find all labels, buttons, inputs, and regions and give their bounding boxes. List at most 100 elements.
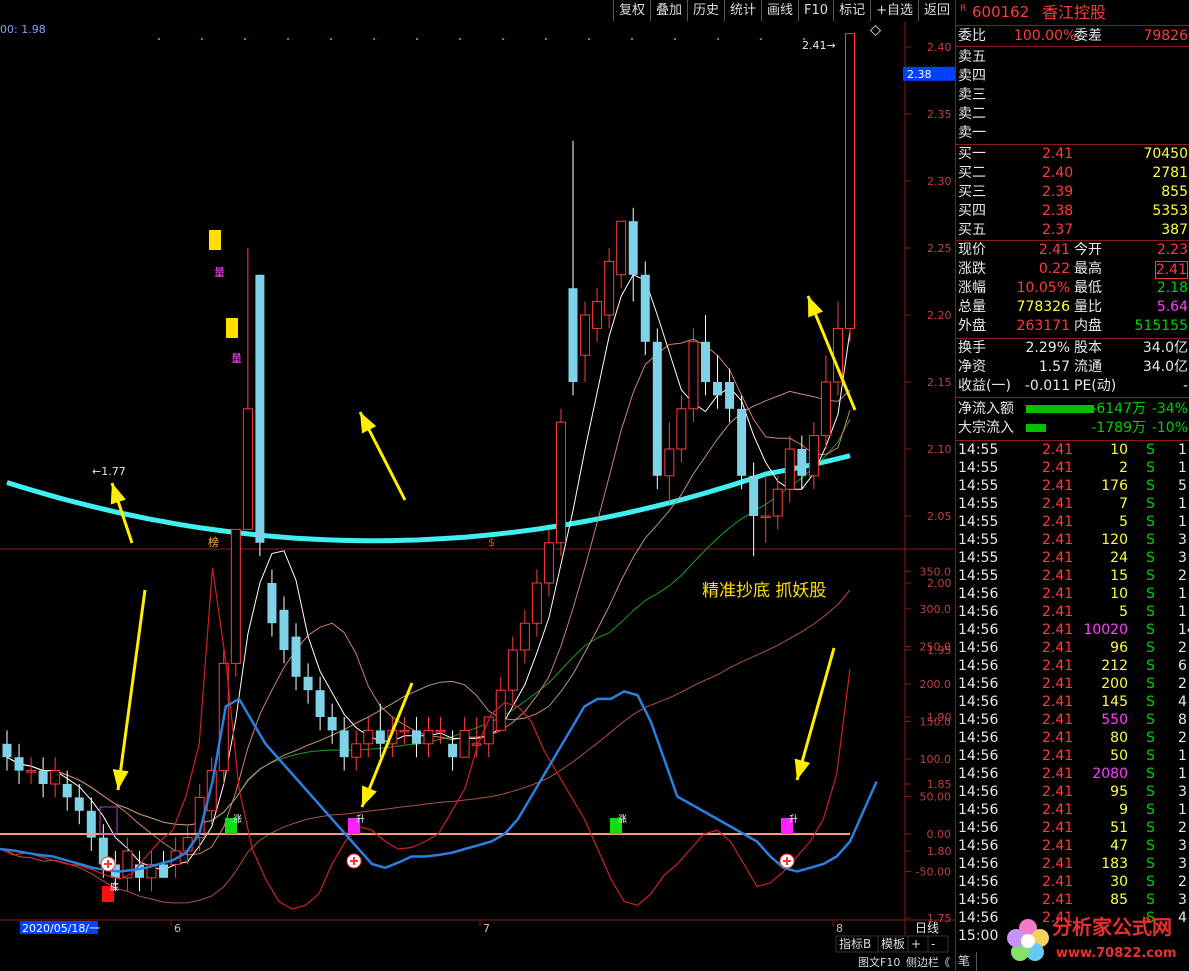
osc-tick-label: 300.0 bbox=[920, 603, 952, 616]
stat-value-2: 2.41 bbox=[1154, 261, 1188, 279]
signal-dot bbox=[459, 38, 461, 40]
stat-value-2: 5.64 bbox=[1156, 299, 1188, 315]
stat-value-2: 2.18 bbox=[1156, 280, 1188, 296]
tick-row[interactable]: 14:56 2.41 2080 S 1 bbox=[956, 765, 1189, 783]
tick-volume: 200 bbox=[1101, 676, 1128, 692]
buy-row: 买二 2.40 2781 bbox=[956, 164, 1189, 183]
tick-row[interactable]: 14:56 2.41 95 S 3 bbox=[956, 783, 1189, 801]
tick-row[interactable]: 14:56 2.41 80 S 2 bbox=[956, 729, 1189, 747]
candle-body bbox=[50, 770, 61, 785]
tick-row[interactable]: 14:55 2.41 10 S 1 bbox=[956, 441, 1189, 459]
buy-volume: 855 bbox=[1161, 184, 1188, 200]
marker-label: $ bbox=[488, 536, 495, 549]
tick-row[interactable]: 14:56 2.41 85 S 3 bbox=[956, 891, 1189, 909]
stock-name: 香江控股 bbox=[1042, 3, 1107, 22]
toolbar-button-3[interactable]: 统计 bbox=[724, 0, 761, 21]
tick-row[interactable]: 14:56 2.41 9 S 1 bbox=[956, 801, 1189, 819]
tick-count: 2 bbox=[1178, 568, 1187, 584]
tick-count: 14 bbox=[1178, 622, 1189, 638]
signal-dot bbox=[631, 38, 633, 40]
arrow-icon-shaft bbox=[116, 589, 147, 791]
toolbar-button-0[interactable]: 复权 bbox=[612, 0, 650, 21]
signal-dot bbox=[330, 38, 332, 40]
candle-body bbox=[519, 622, 530, 651]
candle-body bbox=[315, 690, 325, 717]
tick-row[interactable]: 14:56 2.41 183 S 3 bbox=[956, 855, 1189, 873]
tick-row[interactable]: 14:55 2.41 15 S 2 bbox=[956, 567, 1189, 585]
tick-volume: 5 bbox=[1119, 514, 1128, 530]
chart-canvas[interactable]: 2.402.352.302.252.202.152.102.052.001.95… bbox=[0, 0, 955, 971]
osc-tick-label: 250.0 bbox=[920, 640, 952, 653]
stat2-row: 净资 1.57 流通 34.0亿 bbox=[956, 358, 1189, 377]
tick-row[interactable]: 14:56 2.41 212 S 6 bbox=[956, 657, 1189, 675]
tick-row[interactable]: 14:56 2.41 96 S 2 bbox=[956, 639, 1189, 657]
tick-row[interactable]: 14:55 2.41 120 S 3 bbox=[956, 531, 1189, 549]
signal-label: 升 bbox=[789, 814, 798, 825]
sell-label: 卖一 bbox=[958, 125, 986, 141]
quote-header[interactable]: R 600162 香江控股 bbox=[956, 2, 1189, 24]
tick-side: S bbox=[1146, 478, 1155, 494]
tick-row[interactable]: 14:56 2.41 550 S 8 bbox=[956, 711, 1189, 729]
buy-volume: 5353 bbox=[1152, 203, 1188, 219]
price-tick-label: 2.25 bbox=[927, 242, 952, 255]
sell-row: 卖一 bbox=[956, 124, 1189, 143]
toolbar-button-7[interactable]: +自选 bbox=[870, 0, 918, 21]
tick-row[interactable]: 14:56 2.41 30 S 2 bbox=[956, 873, 1189, 891]
tick-row[interactable]: 14:56 2.41 47 S 3 bbox=[956, 837, 1189, 855]
candle-label: 量 bbox=[231, 352, 242, 365]
tick-row[interactable]: 14:56 2.41 200 S 2 bbox=[956, 675, 1189, 693]
osc-series-line bbox=[0, 690, 878, 873]
buy-volume: 387 bbox=[1161, 222, 1188, 238]
tick-price: 2.41 bbox=[1042, 748, 1074, 764]
stat2-label-2: 股本 bbox=[1074, 340, 1102, 356]
tick-row[interactable]: 14:55 2.41 176 S 5 bbox=[956, 477, 1189, 495]
tick-row[interactable]: 14:55 2.41 24 S 3 bbox=[956, 549, 1189, 567]
tick-row[interactable]: 14:55 2.41 2 S 1 bbox=[956, 459, 1189, 477]
stat-value-2: 2.23 bbox=[1156, 242, 1188, 258]
tick-row[interactable]: 14:56 2.41 5 S 1 bbox=[956, 603, 1189, 621]
tick-count: 1 bbox=[1178, 460, 1187, 476]
toolbar-button-4[interactable]: 画线 bbox=[761, 0, 798, 21]
tick-time: 14:56 bbox=[958, 658, 999, 674]
tick-row[interactable]: 14:56 2.41 51 S 2 bbox=[956, 819, 1189, 837]
candle-body bbox=[74, 797, 84, 811]
toolbar-button-6[interactable]: 标记 bbox=[833, 0, 870, 21]
toolbar-button-2[interactable]: 历史 bbox=[686, 0, 724, 21]
arrow-icon-head bbox=[112, 769, 129, 790]
tick-row[interactable]: 14:55 2.41 5 S 1 bbox=[956, 513, 1189, 531]
toolbar-button-5[interactable]: F10 bbox=[798, 0, 833, 21]
diamond-icon bbox=[869, 24, 882, 37]
tick-row[interactable]: 14:56 2.41 10020 S 14 bbox=[956, 621, 1189, 639]
tick-row[interactable]: 14:55 2.41 7 S 1 bbox=[956, 495, 1189, 513]
tick-price: 2.41 bbox=[1042, 514, 1074, 530]
tick-price: 2.41 bbox=[1042, 820, 1074, 836]
stat-label-2: 最低 bbox=[1074, 280, 1102, 296]
toolbar-button-1[interactable]: 叠加 bbox=[649, 0, 687, 21]
stat2-label-2: PE(动) bbox=[1074, 378, 1117, 394]
tick-side: S bbox=[1146, 658, 1155, 674]
flower-logo-icon bbox=[1007, 919, 1049, 961]
flow-bar bbox=[1026, 405, 1094, 413]
candle-body bbox=[339, 730, 349, 758]
toolbar-button-8[interactable]: 返回 bbox=[917, 0, 955, 21]
candle-body bbox=[206, 770, 217, 812]
signal-label: 底 bbox=[110, 881, 119, 893]
buy-volume: 70450 bbox=[1143, 146, 1188, 162]
tick-volume: 9 bbox=[1119, 802, 1128, 818]
buy-price: 2.40 bbox=[1042, 165, 1074, 181]
tick-side: S bbox=[1146, 748, 1155, 764]
osc-tick-label: 350.0 bbox=[920, 565, 952, 578]
tick-price: 2.41 bbox=[1042, 784, 1074, 800]
price-tick-label: 2.05 bbox=[927, 510, 952, 523]
stat-value-2: 515155 bbox=[1134, 318, 1188, 334]
kline-chart-area[interactable]: 2.40 2.35 2.30 2.25 2.20 2.15 2.10 2.05 2.00 1.95… bbox=[0, 0, 955, 971]
side-tab[interactable]: 笔 bbox=[958, 952, 978, 971]
stat-row: 涨跌 0.22 最高 2.41 bbox=[956, 260, 1189, 279]
candle-body bbox=[784, 448, 795, 490]
tick-row[interactable]: 14:56 2.41 145 S 4 bbox=[956, 693, 1189, 711]
tick-row[interactable]: 14:56 2.41 10 S 1 bbox=[956, 585, 1189, 603]
stat2-value: 2.29% bbox=[1025, 340, 1070, 356]
tick-price: 2.41 bbox=[1042, 676, 1074, 692]
tick-row[interactable]: 14:56 2.41 50 S 1 bbox=[956, 747, 1189, 765]
sell-row: 卖五 bbox=[956, 48, 1189, 67]
